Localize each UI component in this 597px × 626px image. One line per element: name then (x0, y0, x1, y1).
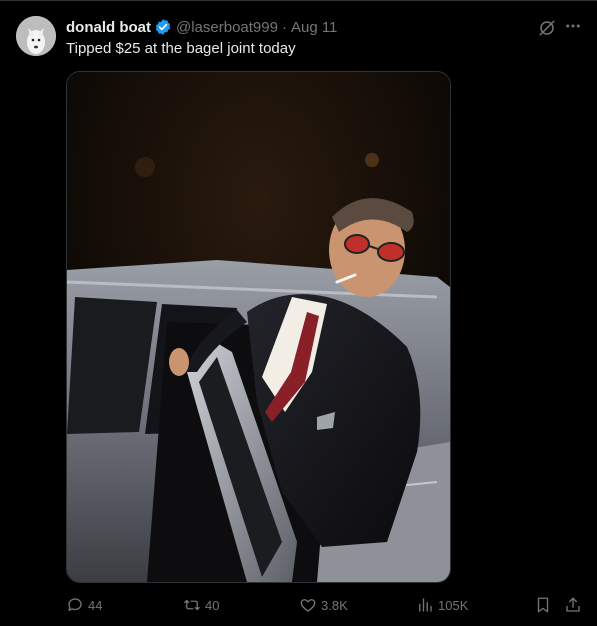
reply-count: 44 (88, 597, 103, 613)
more-icon[interactable] (564, 17, 582, 35)
repost-icon (184, 599, 200, 611)
avatar-dog-image (16, 16, 56, 56)
avatar[interactable] (16, 16, 56, 56)
repost-button[interactable]: 40 (183, 594, 219, 616)
tweet-header: donald boat @laserboat999 · Aug 11 (66, 17, 337, 37)
verified-badge-icon (155, 19, 171, 35)
grok-icon[interactable] (538, 19, 556, 37)
tweet-photo[interactable] (66, 71, 451, 583)
like-button[interactable]: 3.8K (299, 594, 348, 616)
top-divider (0, 0, 597, 1)
repost-count: 40 (205, 597, 220, 613)
author-handle[interactable]: @laserboat999 (176, 19, 278, 36)
separator-dot: · (281, 18, 287, 36)
views-count: 105K (438, 597, 469, 613)
views-button[interactable]: 105K (416, 594, 468, 616)
author-name[interactable]: donald boat (66, 19, 151, 36)
reply-button[interactable]: 44 (66, 594, 102, 616)
like-count: 3.8K (321, 597, 348, 613)
reply-icon (68, 598, 82, 611)
like-icon (300, 599, 316, 612)
tweet-text: Tipped $25 at the bagel joint today (66, 40, 296, 57)
photo-man-at-limo (67, 72, 450, 582)
views-icon (419, 598, 432, 612)
share-icon[interactable] (564, 596, 582, 614)
tweet-date[interactable]: Aug 11 (291, 19, 337, 36)
bookmark-icon[interactable] (534, 596, 552, 614)
action-bar: 44 40 3.8K 105K (0, 594, 597, 616)
